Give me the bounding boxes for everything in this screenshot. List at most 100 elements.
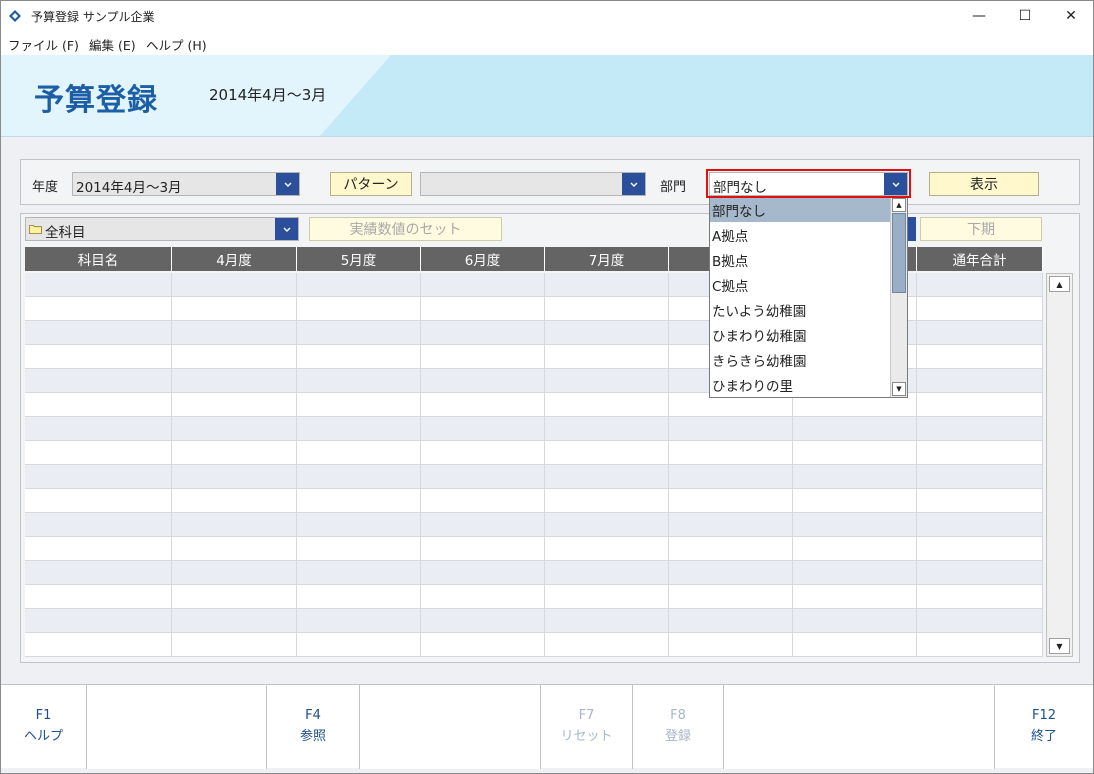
table-cell[interactable] [669, 417, 793, 441]
table-cell[interactable] [297, 297, 421, 321]
table-cell[interactable] [421, 369, 545, 393]
table-cell[interactable] [172, 513, 297, 537]
table-cell[interactable] [917, 297, 1043, 321]
table-cell[interactable] [917, 393, 1043, 417]
table-cell[interactable] [297, 489, 421, 513]
table-cell[interactable] [172, 273, 297, 297]
table-cell[interactable] [297, 345, 421, 369]
table-cell[interactable] [297, 417, 421, 441]
subject-select[interactable]: 全科目 [25, 217, 299, 241]
table-cell[interactable] [545, 585, 669, 609]
table-cell[interactable] [545, 561, 669, 585]
table-cell[interactable] [172, 321, 297, 345]
scroll-up-icon[interactable]: ▲ [1049, 276, 1070, 292]
table-cell[interactable] [172, 633, 297, 657]
table-cell[interactable] [793, 489, 917, 513]
table-cell[interactable] [669, 513, 793, 537]
table-cell[interactable] [172, 417, 297, 441]
table-cell[interactable] [172, 345, 297, 369]
table-cell[interactable] [545, 441, 669, 465]
table-cell[interactable] [421, 345, 545, 369]
table-cell[interactable] [669, 633, 793, 657]
table-cell[interactable] [793, 441, 917, 465]
dropdown-item[interactable]: B拠点 [710, 247, 890, 272]
pattern-select[interactable] [420, 172, 646, 196]
table-cell[interactable] [545, 513, 669, 537]
second-half-button[interactable]: 下期 [920, 217, 1042, 241]
f7-reset-button[interactable]: F7 リセット [541, 685, 633, 769]
menu-file[interactable]: ファイル (F) [8, 35, 79, 54]
dropdown-item[interactable]: ひまわりの里 [710, 372, 890, 397]
table-cell[interactable] [297, 561, 421, 585]
table-cell[interactable] [25, 345, 172, 369]
table-cell[interactable] [793, 417, 917, 441]
dropdown-item[interactable]: A拠点 [710, 222, 890, 247]
table-cell[interactable] [421, 273, 545, 297]
table-cell[interactable] [669, 465, 793, 489]
table-cell[interactable] [25, 393, 172, 417]
table-cell[interactable] [793, 585, 917, 609]
table-cell[interactable] [172, 585, 297, 609]
table-cell[interactable] [917, 441, 1043, 465]
table-cell[interactable] [297, 585, 421, 609]
chevron-down-icon[interactable] [622, 173, 645, 195]
table-cell[interactable] [917, 585, 1043, 609]
table-cell[interactable] [25, 369, 172, 393]
menu-help[interactable]: ヘルプ (H) [146, 35, 207, 54]
table-cell[interactable] [25, 609, 172, 633]
f4-reference-button[interactable]: F4 参照 [267, 685, 360, 769]
table-cell[interactable] [917, 465, 1043, 489]
table-cell[interactable] [793, 633, 917, 657]
scroll-thumb[interactable] [892, 213, 906, 293]
table-cell[interactable] [545, 537, 669, 561]
table-cell[interactable] [297, 273, 421, 297]
minimize-button[interactable]: — [956, 1, 1002, 31]
table-cell[interactable] [172, 297, 297, 321]
table-cell[interactable] [421, 297, 545, 321]
dropdown-item[interactable]: きらきら幼稚園 [710, 347, 890, 372]
table-cell[interactable] [917, 321, 1043, 345]
chevron-down-icon[interactable] [884, 173, 907, 195]
table-cell[interactable] [793, 537, 917, 561]
table-cell[interactable] [421, 417, 545, 441]
f1-help-button[interactable]: F1 ヘルプ [1, 685, 87, 769]
maximize-button[interactable]: ☐ [1002, 1, 1048, 31]
table-cell[interactable] [297, 537, 421, 561]
table-cell[interactable] [25, 537, 172, 561]
table-cell[interactable] [421, 465, 545, 489]
chevron-down-icon[interactable] [275, 218, 298, 240]
table-cell[interactable] [421, 633, 545, 657]
table-cell[interactable] [917, 417, 1043, 441]
table-cell[interactable] [421, 513, 545, 537]
table-cell[interactable] [421, 489, 545, 513]
table-cell[interactable] [25, 489, 172, 513]
table-cell[interactable] [25, 441, 172, 465]
table-cell[interactable] [25, 561, 172, 585]
table-cell[interactable] [297, 393, 421, 417]
table-cell[interactable] [545, 345, 669, 369]
table-cell[interactable] [297, 369, 421, 393]
table-cell[interactable] [297, 609, 421, 633]
table-cell[interactable] [793, 465, 917, 489]
close-button[interactable]: ✕ [1048, 1, 1094, 31]
table-cell[interactable] [917, 369, 1043, 393]
table-cell[interactable] [297, 321, 421, 345]
table-cell[interactable] [545, 297, 669, 321]
department-select[interactable]: 部門なし [709, 172, 908, 196]
table-cell[interactable] [25, 297, 172, 321]
table-cell[interactable] [172, 441, 297, 465]
table-cell[interactable] [25, 513, 172, 537]
chevron-down-icon[interactable] [276, 173, 299, 195]
f12-exit-button[interactable]: F12 終了 [995, 685, 1093, 769]
table-cell[interactable] [917, 537, 1043, 561]
table-cell[interactable] [25, 585, 172, 609]
table-cell[interactable] [297, 465, 421, 489]
table-cell[interactable] [421, 609, 545, 633]
table-cell[interactable] [917, 633, 1043, 657]
table-cell[interactable] [917, 513, 1043, 537]
table-cell[interactable] [669, 561, 793, 585]
grid-scrollbar[interactable]: ▲ ▼ [1046, 273, 1073, 657]
table-cell[interactable] [669, 441, 793, 465]
table-cell[interactable] [917, 273, 1043, 297]
scroll-down-icon[interactable]: ▼ [892, 382, 906, 396]
